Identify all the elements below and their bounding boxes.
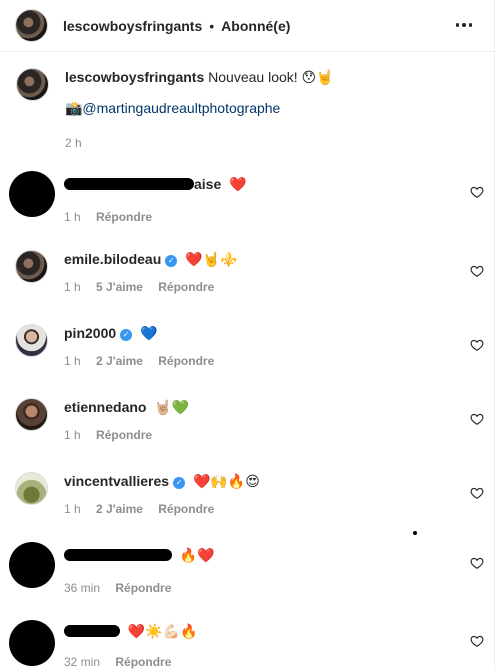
post-caption: lescowboysfringants Nouveau look! 😯🤘 📸@m… [16, 68, 476, 152]
reply-button[interactable]: Répondre [115, 655, 171, 669]
caption-timestamp[interactable]: 2 h [65, 134, 476, 152]
comment-text: 💙 [140, 325, 158, 341]
account-avatar[interactable] [15, 9, 48, 42]
comment-time[interactable]: 1 h [64, 280, 81, 294]
heart-outline-icon[interactable] [470, 264, 484, 278]
heart-outline-icon[interactable] [470, 486, 484, 500]
heart-outline-icon[interactable] [470, 412, 484, 426]
comment-username-fragment[interactable]: aise [194, 176, 221, 192]
comment-item: emile.bilodeau ✓ ❤️🤘⚜️ 1 h 5 J'aime Répon… [0, 250, 495, 320]
comment-username[interactable]: pin2000 [64, 325, 116, 341]
comment-text: ❤️☀️💪🏻🔥 [127, 623, 198, 639]
redacted-username [64, 549, 172, 561]
header-username[interactable]: lescowboysfringants [63, 18, 202, 34]
heart-outline-icon[interactable] [470, 185, 484, 199]
comment-likes[interactable]: 5 J'aime [96, 280, 143, 294]
reply-button[interactable]: Répondre [158, 354, 214, 368]
comment-username[interactable]: emile.bilodeau [64, 251, 161, 267]
post-header: lescowboysfringants • Abonné(e) [0, 0, 495, 52]
redacted-username [64, 625, 120, 637]
heart-outline-icon[interactable] [470, 338, 484, 352]
comment-time[interactable]: 36 min [64, 581, 100, 595]
follow-status-button[interactable]: Abonné(e) [221, 18, 290, 34]
comment-time[interactable]: 1 h [64, 428, 81, 442]
comment-text: ❤️ [229, 176, 247, 192]
comment-item: pin2000 ✓ 💙 1 h 2 J'aime Répondre [0, 324, 495, 394]
comment-text: 🤘🏼💚 [154, 399, 190, 415]
reply-button[interactable]: Répondre [158, 502, 214, 516]
comment-likes[interactable]: 2 J'aime [96, 354, 143, 368]
comment-username[interactable]: vincentvallieres [64, 473, 169, 489]
comment-likes[interactable]: 2 J'aime [96, 502, 143, 516]
comments-panel: lescowboysfringants • Abonné(e) lescowbo… [0, 0, 495, 670]
comment-item: etiennedano 🤘🏼💚 1 h Répondre [0, 398, 495, 468]
heart-outline-icon[interactable] [470, 556, 484, 570]
comment-time[interactable]: 1 h [64, 502, 81, 516]
comment-time[interactable]: 1 h [64, 210, 81, 224]
comment-avatar[interactable] [9, 620, 55, 666]
reply-button[interactable]: Répondre [96, 210, 152, 224]
comment-username[interactable]: etiennedano [64, 399, 146, 415]
comment-avatar[interactable] [15, 324, 48, 357]
comment-avatar[interactable] [15, 398, 48, 431]
comment-item: vincentvallieres ✓ ❤️🙌🔥😍 1 h 2 J'aime Rép… [0, 472, 495, 542]
reply-button[interactable]: Répondre [115, 581, 171, 595]
heart-outline-icon[interactable] [470, 634, 484, 648]
verified-badge-icon: ✓ [165, 255, 178, 267]
comment-text: 🔥❤️ [179, 547, 215, 563]
comment-avatar[interactable] [9, 542, 55, 588]
comment-time[interactable]: 1 h [64, 354, 81, 368]
header-separator: • [209, 17, 215, 34]
reply-button[interactable]: Répondre [158, 280, 214, 294]
verified-badge-icon: ✓ [173, 477, 186, 489]
reply-button[interactable]: Répondre [96, 428, 152, 442]
photographer-mention-link[interactable]: 📸@martingaudreaultphotographe [65, 99, 476, 117]
verified-badge-icon: ✓ [120, 329, 133, 341]
comment-avatar[interactable] [9, 171, 55, 217]
comment-avatar[interactable] [15, 472, 48, 505]
comment-item: 🔥❤️ 36 min Répondre [0, 542, 495, 612]
comment-text: ❤️🤘⚜️ [185, 251, 238, 267]
comment-item: ❤️☀️💪🏻🔥 32 min Répondre [0, 620, 495, 670]
comment-time[interactable]: 32 min [64, 655, 100, 669]
caption-avatar[interactable] [16, 68, 49, 101]
more-options-icon[interactable] [451, 12, 477, 38]
caption-text: Nouveau look! 😯🤘 [208, 69, 334, 85]
comment-avatar[interactable] [15, 250, 48, 283]
cursor-dot [413, 531, 417, 535]
redacted-username [64, 178, 194, 190]
caption-username[interactable]: lescowboysfringants [65, 69, 204, 85]
comment-item: aise ❤️ 1 h Répondre [0, 171, 495, 241]
comment-text: ❤️🙌🔥😍 [192, 473, 260, 489]
